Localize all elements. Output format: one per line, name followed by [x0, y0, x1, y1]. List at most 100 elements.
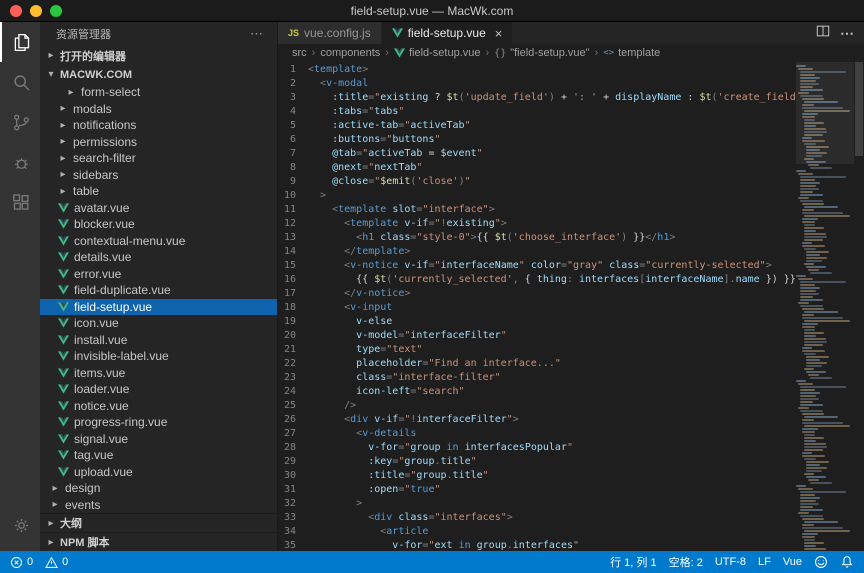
- statusbar-indentation[interactable]: 空格: 2: [669, 551, 703, 573]
- debug-icon[interactable]: [0, 142, 40, 182]
- more-actions-icon[interactable]: ⋯: [250, 26, 263, 42]
- code-line-18: 18 <v-input: [278, 301, 796, 315]
- tree-item-error.vue[interactable]: error.vue: [40, 266, 277, 283]
- tree-item-permissions[interactable]: ▸permissions: [40, 134, 277, 151]
- tree-item-form-select[interactable]: ▸form-select: [40, 84, 277, 101]
- code-line-3: 3 :title="existing ? $t('update_field') …: [278, 91, 796, 105]
- tree-item-details.vue[interactable]: details.vue: [40, 249, 277, 266]
- tree-item-upload.vue[interactable]: upload.vue: [40, 464, 277, 481]
- line-number: 3: [278, 91, 308, 105]
- breadcrumb-item-5[interactable]: <>template: [603, 47, 660, 59]
- tree-item-install.vue[interactable]: install.vue: [40, 332, 277, 349]
- tree-item-blocker.vue[interactable]: blocker.vue: [40, 216, 277, 233]
- editor-scrollbar[interactable]: [854, 62, 864, 551]
- split-editor-icon[interactable]: [816, 24, 830, 43]
- tree-item-loader.vue[interactable]: loader.vue: [40, 381, 277, 398]
- statusbar-language-mode[interactable]: Vue: [783, 551, 802, 573]
- tree-item-table[interactable]: ▸table: [40, 183, 277, 200]
- open-editors-section[interactable]: ▸ 打开的编辑器: [40, 46, 277, 65]
- code-line-13: 13 <h1 class="style-0">{{ $t('choose_int…: [278, 231, 796, 245]
- tab-field-setup.vue[interactable]: field-setup.vue×: [382, 22, 514, 44]
- warning-icon: [45, 556, 58, 569]
- tree-item-progress-ring.vue[interactable]: progress-ring.vue: [40, 414, 277, 431]
- tree-item-label: loader.vue: [74, 382, 129, 396]
- statusbar-cursor-position[interactable]: 行 1, 列 1: [610, 551, 656, 573]
- tree-item-label: design: [65, 481, 100, 495]
- bell-icon[interactable]: [840, 551, 854, 573]
- titlebar[interactable]: field-setup.vue — MacWk.com: [0, 0, 864, 22]
- vue-file-icon: [394, 48, 405, 58]
- source-control-icon[interactable]: [0, 102, 40, 142]
- folder-chevron-icon: ▸: [58, 186, 68, 197]
- minimize-window-button[interactable]: [30, 5, 42, 17]
- line-number: 35: [278, 539, 308, 551]
- code-line-content: :buttons="buttons": [308, 133, 796, 147]
- tree-item-signal.vue[interactable]: signal.vue: [40, 431, 277, 448]
- statusbar-eol[interactable]: LF: [758, 551, 771, 573]
- code-line-content: v-else: [308, 315, 796, 329]
- line-number: 20: [278, 329, 308, 343]
- line-number: 4: [278, 105, 308, 119]
- chevron-down-icon: ▾: [46, 69, 56, 80]
- code-line-10: 10 >: [278, 189, 796, 203]
- tree-item-events[interactable]: ▸events: [40, 497, 277, 514]
- tree-item-icon.vue[interactable]: icon.vue: [40, 315, 277, 332]
- feedback-smiley-icon[interactable]: [814, 551, 828, 573]
- statusbar-warnings[interactable]: 0: [45, 551, 68, 573]
- tree-item-label: notice.vue: [74, 399, 129, 413]
- tree-item-label: progress-ring.vue: [74, 415, 167, 429]
- breadcrumb-item-1[interactable]: src: [292, 47, 307, 59]
- tree-item-notice.vue[interactable]: notice.vue: [40, 398, 277, 415]
- settings-gear-icon[interactable]: [0, 505, 40, 545]
- code-line-content: </v-notice>: [308, 287, 796, 301]
- code-editor[interactable]: 1<template>2 <v-modal3 :title="existing …: [278, 62, 796, 551]
- outline-section[interactable]: ▸ 大纲: [40, 513, 277, 532]
- explorer-icon[interactable]: [0, 22, 40, 62]
- statusbar-encoding[interactable]: UTF-8: [715, 551, 746, 573]
- tree-item-label: avatar.vue: [74, 201, 129, 215]
- tree-item-notifications[interactable]: ▸notifications: [40, 117, 277, 134]
- tree-item-label: tag.vue: [74, 448, 113, 462]
- line-number: 18: [278, 301, 308, 315]
- extensions-icon[interactable]: [0, 182, 40, 222]
- statusbar-errors[interactable]: 0: [10, 551, 33, 573]
- folder-chevron-icon: ▸: [58, 136, 68, 147]
- tree-item-tag.vue[interactable]: tag.vue: [40, 447, 277, 464]
- tree-item-sidebars[interactable]: ▸sidebars: [40, 167, 277, 184]
- tree-item-items.vue[interactable]: items.vue: [40, 365, 277, 382]
- tree-item-modals[interactable]: ▸modals: [40, 101, 277, 118]
- tree-item-contextual-menu.vue[interactable]: contextual-menu.vue: [40, 233, 277, 250]
- vue-file-icon: [58, 434, 69, 444]
- npm-scripts-section[interactable]: ▸ NPM 脚本: [40, 532, 277, 551]
- breadcrumb-item-4[interactable]: {}"field-setup.vue": [494, 47, 589, 59]
- tree-item-search-filter[interactable]: ▸search-filter: [40, 150, 277, 167]
- tab-vue.config.js[interactable]: JSvue.config.js: [278, 22, 382, 44]
- tree-item-field-setup.vue[interactable]: field-setup.vue: [40, 299, 277, 316]
- tree-item-field-duplicate.vue[interactable]: field-duplicate.vue: [40, 282, 277, 299]
- problems-indicator[interactable]: 00: [10, 551, 68, 573]
- chevron-right-icon: ▸: [46, 537, 56, 548]
- tree-item-design[interactable]: ▸design: [40, 480, 277, 497]
- minimap[interactable]: [796, 62, 854, 551]
- tree-item-invisible-label.vue[interactable]: invisible-label.vue: [40, 348, 277, 365]
- tree-item-label: icon.vue: [74, 316, 119, 330]
- line-number: 8: [278, 161, 308, 175]
- code-line-content: :tabs="tabs": [308, 105, 796, 119]
- close-tab-icon[interactable]: ×: [495, 27, 503, 40]
- code-line-23: 23 class="interface-filter": [278, 371, 796, 385]
- zoom-window-button[interactable]: [50, 5, 62, 17]
- search-icon[interactable]: [0, 62, 40, 102]
- scrollbar-thumb[interactable]: [855, 62, 863, 156]
- tree-item-avatar.vue[interactable]: avatar.vue: [40, 200, 277, 217]
- close-window-button[interactable]: [10, 5, 22, 17]
- editor-actions: ⋯: [806, 22, 864, 44]
- breadcrumb-item-2[interactable]: components: [320, 47, 380, 59]
- tab-bar: JSvue.config.jsfield-setup.vue× ⋯: [278, 22, 864, 44]
- project-section[interactable]: ▾ MACWK.COM: [40, 65, 277, 84]
- breadcrumb-item-3[interactable]: field-setup.vue: [394, 47, 481, 59]
- code-line-content: type="text": [308, 343, 796, 357]
- more-actions-icon[interactable]: ⋯: [840, 25, 854, 42]
- code-line-15: 15 <v-notice v-if="interfaceName" color=…: [278, 259, 796, 273]
- code-line-34: 34 <article: [278, 525, 796, 539]
- tree-item-label: upload.vue: [74, 465, 133, 479]
